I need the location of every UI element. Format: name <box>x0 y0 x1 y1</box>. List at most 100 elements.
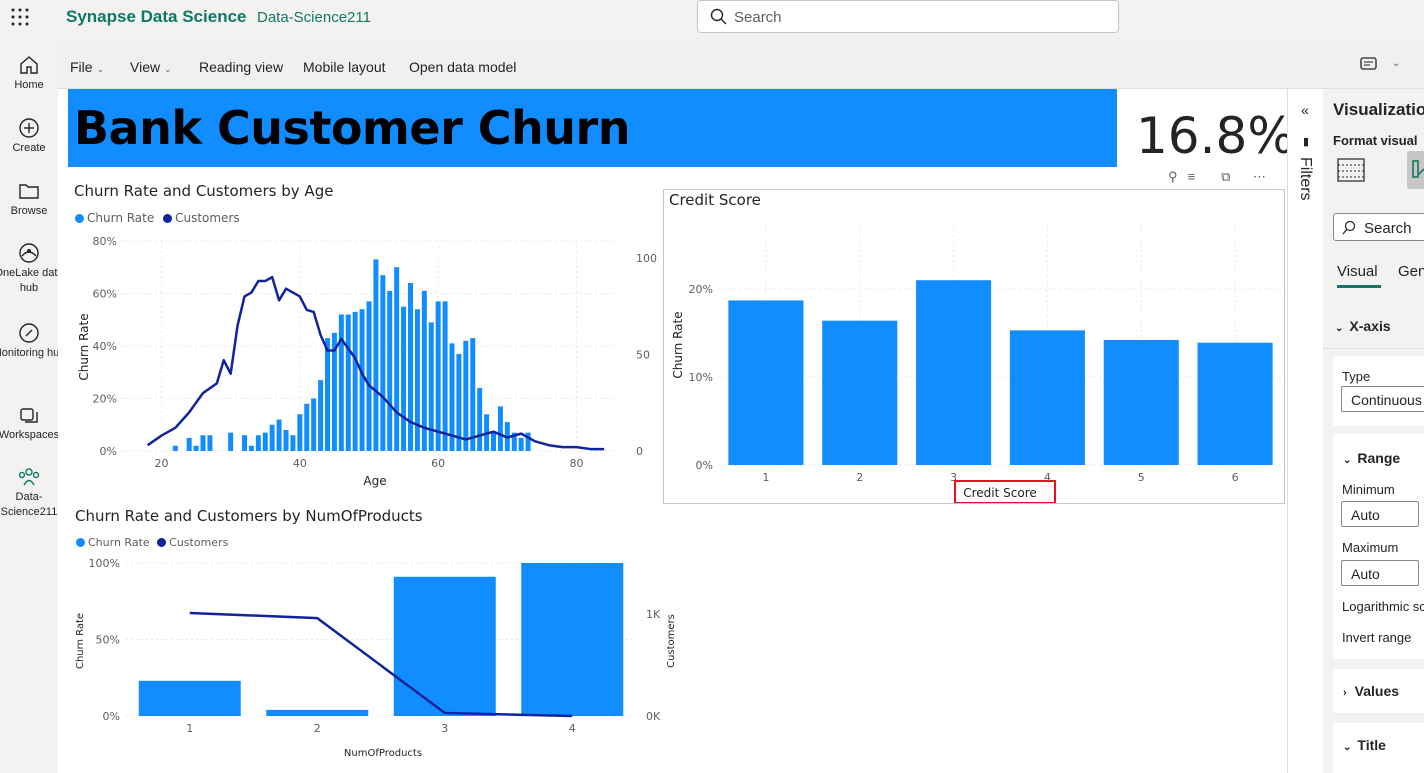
products-churn-bar <box>138 680 241 716</box>
x-tick-label: 20 <box>155 457 169 470</box>
bar-chart-icon: ▮ <box>1303 136 1310 148</box>
nav-label: Browse <box>10 205 48 217</box>
chevron-down-icon[interactable]: ⌄ <box>1392 58 1400 69</box>
credit-score-visual[interactable]: Credit Score 0% 10% 20% 1 2 3 4 5 6 Credit Score C… <box>663 189 1285 504</box>
nav-item-onelake[interactable]: OneLake data hub <box>0 242 58 296</box>
kpi-card-value[interactable]: 16.8% <box>1136 107 1295 165</box>
churn-rate-bar <box>435 301 441 451</box>
x-tick-label: 1 <box>186 722 193 735</box>
tab-visual[interactable]: Visual <box>1337 263 1378 280</box>
churn-rate-bar <box>518 437 524 451</box>
maximum-input[interactable]: Auto <box>1341 560 1419 586</box>
title-label: Title <box>1357 737 1386 753</box>
x-axis-title: Credit Score <box>963 486 1037 500</box>
filter-icon[interactable]: ≡ <box>1188 169 1218 184</box>
nav-item-create[interactable]: Create <box>0 117 58 156</box>
global-search-input[interactable]: Search <box>697 0 1119 33</box>
mobile-layout-button[interactable]: Mobile layout <box>303 59 386 75</box>
credit-score-bar <box>822 320 898 465</box>
x-tick-label: 40 <box>293 457 307 470</box>
nav-item-workspaces[interactable]: Workspaces <box>0 404 59 443</box>
x-tick-label: 2 <box>314 722 321 735</box>
report-ribbon: File ⌄ View ⌄ Reading view Mobile layout O… <box>58 42 1424 89</box>
y-tick-label: 100% <box>89 557 120 570</box>
churn-rate-bar <box>338 314 344 451</box>
minimum-input[interactable]: Auto <box>1341 501 1419 527</box>
xaxis-section-header[interactable]: ⌄ X-axis <box>1335 318 1391 334</box>
x-axis-title: Age <box>363 474 386 488</box>
open-data-model-button[interactable]: Open data model <box>409 59 516 75</box>
churn-rate-bar <box>345 314 351 451</box>
churn-rate-bar <box>186 437 192 451</box>
churn-rate-bar <box>394 267 400 451</box>
y-tick-label: 0% <box>100 445 117 458</box>
credit-chart[interactable]: 0% 10% 20% 1 2 3 4 5 6 Credit Score Churn Rate <box>664 190 1284 503</box>
reading-view-button[interactable]: Reading view <box>199 59 283 75</box>
y2-tick-label: 1K <box>646 608 661 621</box>
filters-label[interactable]: Filters <box>1296 157 1314 201</box>
churn-rate-bar <box>477 388 483 451</box>
nav-item-home[interactable]: Home <box>0 54 58 93</box>
title-card[interactable]: ⌄ Title <box>1333 723 1424 773</box>
more-options-icon[interactable]: ⋯ <box>1253 169 1266 184</box>
churn-rate-bar <box>470 338 476 451</box>
search-icon <box>1342 220 1356 235</box>
values-card[interactable]: › Values <box>1333 669 1424 713</box>
credit-score-bar <box>1103 340 1179 465</box>
file-menu[interactable]: File ⌄ <box>70 59 104 75</box>
churn-rate-bar <box>207 435 213 451</box>
churn-rate-bar <box>297 414 303 451</box>
chevron-down-icon: ⌄ <box>1335 323 1344 334</box>
folder-icon <box>19 184 39 199</box>
pin-icon[interactable]: ⚲ <box>1168 169 1184 185</box>
churn-rate-bar <box>304 403 310 451</box>
app-launcher-icon[interactable] <box>11 8 29 26</box>
title-section-header[interactable]: ⌄ Title <box>1343 737 1386 753</box>
churn-rate-bar <box>200 435 206 451</box>
x-tick-label: 5 <box>1138 471 1145 484</box>
view-menu[interactable]: View ⌄ <box>130 59 172 75</box>
x-tick-label: 1 <box>762 471 769 484</box>
build-visual-icon[interactable] <box>1337 157 1365 183</box>
nav-item-current-workspace[interactable]: Data-Science211 <box>0 466 58 520</box>
y-tick-label: 20% <box>93 393 117 406</box>
search-icon <box>710 8 727 25</box>
workspace-name[interactable]: Data-Science211 <box>257 9 371 26</box>
xaxis-label: X-axis <box>1349 318 1391 334</box>
chevron-right-icon: › <box>1343 687 1347 699</box>
app-name[interactable]: Synapse Data Science <box>66 7 246 27</box>
format-visual-tab[interactable] <box>1407 151 1424 189</box>
products-churn-bar <box>521 563 624 716</box>
report-banner: Bank Customer Churn <box>68 89 1117 167</box>
y2-tick-label: 50 <box>636 348 650 361</box>
x-tick-label: 4 <box>569 722 576 735</box>
age-chart[interactable]: 0% 20% 40% 60% 80% 20 40 60 80 0 50 100 Age Churn Rat… <box>58 227 658 497</box>
type-dropdown[interactable]: Continuous <box>1341 386 1424 412</box>
y-axis-title: Churn Rate <box>77 313 91 380</box>
churn-rate-bar <box>352 311 358 451</box>
focus-mode-icon[interactable]: ⧉ <box>1221 169 1249 185</box>
filters-pane: « ▮ Filters <box>1287 89 1323 773</box>
invert-range-label: Invert range <box>1342 630 1412 645</box>
values-section-header[interactable]: › Values <box>1343 683 1399 699</box>
churn-rate-bar <box>283 430 289 451</box>
age-visual-title: Churn Rate and Customers by Age <box>74 182 334 200</box>
legend-customers: Customers <box>169 536 229 549</box>
churn-rate-bar <box>276 419 282 451</box>
viz-search-input[interactable]: Search <box>1333 213 1424 241</box>
x-tick-label: 3 <box>441 722 448 735</box>
tab-general[interactable]: General <box>1398 263 1424 280</box>
nav-item-monitoring[interactable]: Monitoring hub <box>0 322 65 361</box>
products-chart[interactable]: 0% 50% 100% 0K 1K 1 2 3 4 NumOfProducts Churn Rate… <box>58 551 688 773</box>
x-tick-label: 6 <box>1232 471 1239 484</box>
credit-score-bar <box>1009 330 1085 465</box>
comment-icon[interactable] <box>1360 57 1378 73</box>
nav-item-browse[interactable]: Browse <box>0 180 58 219</box>
tab-general-label: General <box>1398 263 1424 280</box>
range-section-header[interactable]: ⌄ Range <box>1343 450 1400 466</box>
x-tick-label: 4 <box>1044 471 1051 484</box>
churn-rate-bar <box>428 322 434 451</box>
format-visual-label: Format visual <box>1333 133 1418 148</box>
y-axis-title: Churn Rate <box>75 613 86 669</box>
collapse-pane-icon[interactable]: « <box>1301 102 1309 118</box>
